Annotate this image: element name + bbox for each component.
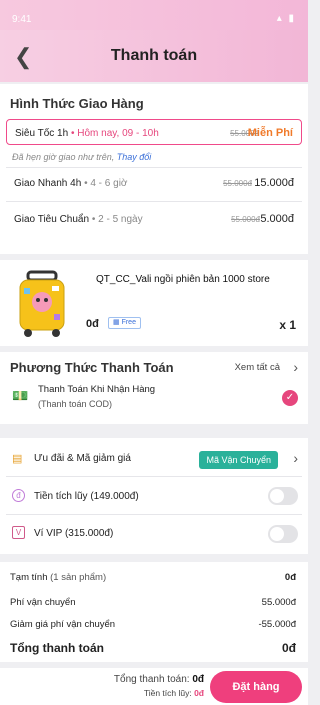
coupon-label[interactable]: Ưu đãi & Mã giảm giá (34, 453, 131, 464)
product-quantity: x 1 (279, 318, 296, 332)
status-bar: 9:41 ▴ ▮ (0, 0, 308, 30)
shipping-price: Miễn Phí (247, 127, 293, 139)
points-toggle[interactable] (268, 487, 298, 505)
chevron-right-icon[interactable]: › (293, 359, 298, 375)
points-label: Tiền tích lũy (149.000đ) (34, 491, 139, 502)
cash-icon: 💵 (12, 388, 29, 403)
shipping-price: 5.000đ (260, 213, 294, 225)
shipping-old-price: 55.000đ (231, 215, 260, 224)
total-value: 0đ (281, 641, 296, 655)
shipping-title: Hình Thức Giao Hàng (10, 96, 144, 111)
shipping-note: Đã hẹn giờ giao như trên, Thay đổi (12, 152, 152, 162)
vip-wallet-icon: V (12, 526, 25, 539)
footer-points-value: 0đ (194, 688, 204, 698)
shipping-fee-value: 55.000đ (261, 597, 296, 608)
divider (6, 514, 302, 515)
subtotal-value: 0đ (284, 572, 296, 583)
shipping-discount-label: Giảm giá phí vận chuyển (10, 619, 116, 630)
shipping-discount-value: -55.000đ (258, 619, 296, 630)
shipping-price: 15.000đ (254, 177, 294, 189)
vip-label: Ví VIP (315.000đ) (34, 528, 114, 539)
product-name: QT_CC_Vali ngồi phiên bản 1000 store (96, 274, 270, 285)
divider (6, 476, 302, 477)
chevron-right-icon[interactable]: › (293, 450, 298, 466)
place-order-button[interactable]: Đặt hàng (210, 671, 302, 703)
vip-toggle[interactable] (268, 525, 298, 543)
shipping-option-fast[interactable]: Giao Nhanh 4h • 4 - 6 giờ 55.000đ 15.000… (6, 170, 302, 196)
page-header: ❮ Thanh toán (0, 30, 308, 82)
shipping-option-detail: • Hôm nay, 09 - 10h (70, 128, 159, 139)
shipping-option-standard[interactable]: Giao Tiêu Chuẩn • 2 - 5 ngày 55.000đ 5.0… (6, 206, 302, 232)
total-label: Tổng thanh toán (10, 641, 104, 655)
shipping-option-detail: • 4 - 6 giờ (84, 178, 128, 189)
points-icon: đ (12, 489, 25, 502)
coupon-icon: ▤ (12, 453, 23, 465)
shipping-option-name: Giao Tiêu Chuẩn • 2 - 5 ngày (14, 214, 143, 225)
change-time-link[interactable]: Thay đổi (117, 152, 152, 162)
checkout-footer: Tổng thanh toán: 0đ Tiền tích lũy: 0đ Đặ… (0, 668, 308, 705)
shipping-option-name: Giao Nhanh 4h • 4 - 6 giờ (14, 178, 128, 189)
footer-total-value: 0đ (192, 674, 204, 685)
shipping-option-name: Siêu Tốc 1h • Hôm nay, 09 - 10h (15, 128, 159, 139)
check-icon[interactable]: ✓ (282, 390, 298, 406)
shipping-old-price: 55.000đ (223, 179, 252, 188)
divider (6, 201, 302, 202)
subtotal-row: Tạm tính (1 sản phẩm) 0đ (10, 572, 296, 583)
page-title: Thanh toán (110, 47, 198, 64)
footer-points: Tiền tích lũy: 0đ (143, 688, 204, 698)
shipping-option-express[interactable]: Siêu Tốc 1h • Hôm nay, 09 - 10h 55.000đ … (6, 119, 302, 145)
shipping-fee-label: Phí vận chuyển (10, 597, 76, 608)
total-row: Tổng thanh toán 0đ (10, 641, 296, 655)
shipping-discount-row: Giảm giá phí vận chuyển -55.000đ (10, 619, 296, 630)
suitcase-product-image (19, 270, 65, 337)
shipping-option-detail: • 2 - 5 ngày (91, 214, 143, 225)
see-all-link[interactable]: Xem tất cả (235, 362, 280, 373)
payment-title: Phương Thức Thanh Toán (10, 360, 174, 375)
divider (6, 167, 302, 168)
payment-method-name: Thanh Toán Khi Nhận Hàng (38, 384, 156, 395)
footer-total: Tổng thanh toán: 0đ (113, 674, 204, 685)
shipping-fee-row: Phí vận chuyển 55.000đ (10, 597, 296, 608)
payment-section: Phương Thức Thanh Toán Xem tất cả › 💵 Th… (0, 352, 308, 424)
free-badge: ▦ Free (108, 317, 141, 329)
status-time: 9:41 (12, 14, 32, 25)
coupon-tag[interactable]: Mã Vận Chuyển (199, 451, 278, 469)
payment-method-sub: (Thanh toán COD) (38, 399, 113, 409)
subtotal-count: (1 sản phẩm) (50, 572, 107, 583)
status-system-icons: ▴ ▮ (276, 13, 296, 24)
product-price: 0đ (86, 318, 99, 330)
subtotal-label: Tạm tính (10, 572, 48, 583)
